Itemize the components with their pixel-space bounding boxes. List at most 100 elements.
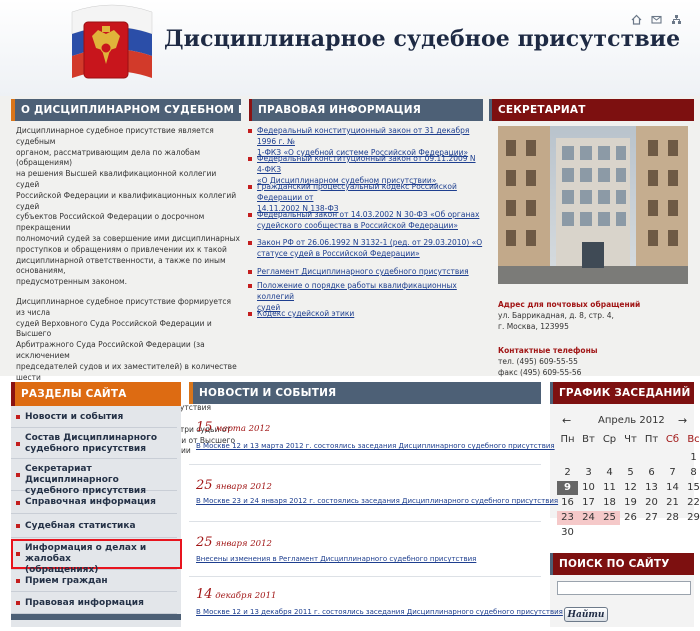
calendar-day[interactable]: 16 [557, 496, 578, 510]
phones-title: Контактные телефоны [498, 346, 598, 355]
calendar-day[interactable]: 9 [557, 481, 578, 495]
sitemap-icon[interactable] [671, 10, 682, 24]
legal-link-line: Кодекс судейской этики [257, 309, 355, 318]
calendar-day[interactable]: 17 [578, 496, 599, 510]
russian-emblem-flag-logo [71, 4, 153, 79]
calendar-day[interactable]: 30 [557, 526, 578, 540]
menu-item-label-line: Справочная информация [25, 497, 156, 507]
mail-icon[interactable] [651, 10, 662, 24]
calendar-next-arrow[interactable]: → [678, 414, 687, 427]
search-button[interactable]: Найти [564, 607, 608, 622]
news-link[interactable]: В Москве 23 и 24 января 2012 г. состояли… [196, 497, 558, 505]
calendar-day[interactable]: 11 [599, 481, 620, 495]
calendar-day[interactable]: 12 [620, 481, 641, 495]
calendar-day[interactable]: 28 [662, 511, 683, 525]
calendar-day[interactable]: 18 [599, 496, 620, 510]
calendar-day[interactable]: 26 [620, 511, 641, 525]
legal-link-item: Кодекс судейской этики [248, 309, 354, 320]
menu-item[interactable]: Справочная информация [11, 491, 177, 514]
calendar-day[interactable]: 4 [599, 466, 620, 480]
legal-link[interactable]: Регламент Дисциплинарного судебного прис… [257, 267, 469, 276]
legal-link[interactable]: Гражданский процессуальный кодекс Россий… [257, 182, 457, 213]
bullet-icon [248, 241, 252, 245]
calendar-heading: ГРАФИК ЗАСЕДАНИЙ [550, 382, 694, 404]
bullet-icon [16, 552, 20, 556]
calendar-weekday: Пт [644, 434, 659, 445]
home-icon[interactable] [631, 10, 642, 25]
menu-item[interactable]: Прием граждан [11, 570, 177, 592]
legal-link-line: Закон РФ от 26.06.1992 N 3132-1 (ред. от… [257, 238, 483, 247]
menu-item[interactable]: Информация о делах и жалобах (обращениях) [11, 538, 177, 575]
news-separator [189, 521, 541, 522]
legal-link-line: Федеральный конституционный закон от 09.… [257, 154, 476, 174]
bullet-icon [248, 157, 252, 161]
search-input[interactable] [557, 581, 691, 595]
calendar-day[interactable]: 6 [641, 466, 662, 480]
bullet-icon [248, 270, 252, 274]
legal-link[interactable]: Федеральный конституционный закон от 31 … [257, 126, 469, 157]
menu-item[interactable]: Новости и события [11, 406, 177, 428]
calendar-day[interactable]: 14 [662, 481, 683, 495]
news-link[interactable]: В Москве 12 и 13 декабря 2011 г. состоял… [196, 608, 563, 616]
bullet-icon [16, 473, 20, 477]
legal-link-line: Федеральный конституционный закон от 31 … [257, 126, 470, 146]
calendar-day[interactable]: 19 [620, 496, 641, 510]
about-paragraph-1-line: на решения Высшей квалификационной колле… [16, 169, 217, 189]
legal-link[interactable]: Закон РФ от 26.06.1992 N 3132-1 (ред. от… [257, 238, 482, 258]
calendar-day[interactable]: 1 [683, 451, 700, 465]
calendar-weekday: Пн [560, 434, 575, 445]
calendar-day[interactable]: 10 [578, 481, 599, 495]
address-lines: ул. Баррикадная, д. 8, стр. 4, г. Москва,… [498, 310, 693, 332]
news-date: 25 января 2012 [196, 474, 272, 493]
calendar-day[interactable]: 8 [683, 466, 700, 480]
calendar-day[interactable]: 2 [557, 466, 578, 480]
calendar-day[interactable]: 25 [599, 511, 620, 525]
calendar-day[interactable]: 13 [641, 481, 662, 495]
menu-item[interactable]: Секретариат Дисциплинарного судебного при… [11, 459, 177, 496]
calendar-weekday: Вт [582, 434, 595, 445]
about-paragraph-1-line: Дисциплинарное судебное присутствие явля… [16, 126, 214, 146]
calendar-day[interactable]: 3 [578, 466, 599, 480]
calendar-day[interactable]: 29 [683, 511, 700, 525]
calendar-weekday: Сб [665, 434, 680, 445]
legal-link-line: судейского сообщества в Российской Федер… [257, 220, 458, 230]
legal-link[interactable]: Положение о порядке работы квалификацион… [257, 281, 457, 312]
calendar-day[interactable]: 15 [683, 481, 700, 495]
calendar-day[interactable]: 7 [662, 466, 683, 480]
bullet-icon [248, 213, 252, 217]
legal-link-item: Закон РФ от 26.06.1992 N 3132-1 (ред. от… [248, 238, 482, 260]
calendar-day[interactable]: 27 [641, 511, 662, 525]
about-paragraph-2: Дисциплинарное судебное присутствие форм… [16, 297, 240, 394]
news-link[interactable]: В Москве 12 и 13 марта 2012 г. состоялис… [196, 442, 555, 450]
about-paragraph-1-line: дисциплинарной ответственности, а также … [16, 255, 226, 276]
legal-link-line: Гражданский процессуальный кодекс Россий… [257, 182, 457, 202]
calendar-day[interactable]: 20 [641, 496, 662, 510]
address-line: г. Москва, 123995 [498, 322, 569, 331]
about-paragraph-1: Дисциплинарное судебное присутствие явля… [16, 126, 240, 288]
bullet-icon [248, 312, 252, 316]
legal-link[interactable]: Федеральный закон от 14.03.2002 N 30-ФЗ … [257, 210, 479, 230]
calendar-day[interactable]: 23 [557, 511, 578, 525]
calendar-weekday: Чт [624, 434, 637, 445]
calendar-prev-arrow[interactable]: ← [562, 414, 571, 427]
about-paragraph-1-line: органом, рассматривающим дела по жалобам… [16, 147, 201, 168]
about-paragraph-1-line: проступков и обращениям о привлечении их… [16, 244, 227, 254]
legal-link[interactable]: Федеральный конституционный закон от 09.… [257, 154, 476, 185]
news-link[interactable]: Внесены изменения в Регламент Дисциплина… [196, 555, 476, 563]
menu-item[interactable]: Состав Дисциплинарного судебного присутст… [11, 428, 177, 459]
calendar-day[interactable]: 24 [578, 511, 599, 525]
about-paragraph-2-line: Дисциплинарное судебное присутствие форм… [16, 296, 232, 317]
news-day: 25 [196, 478, 213, 493]
legal-link-line: Положение о порядке работы квалификацион… [257, 281, 457, 301]
menu-item[interactable]: Судебная статистика [11, 514, 177, 538]
calendar-day[interactable]: 22 [683, 496, 700, 510]
about-paragraph-2-line: судей Верховного Суда Российской Федерац… [16, 318, 212, 339]
menu-item[interactable]: Правовая информация [11, 592, 177, 614]
calendar-month: Апрель 2012 [598, 415, 665, 426]
legal-link[interactable]: Кодекс судейской этики [257, 309, 354, 318]
calendar-day[interactable]: 5 [620, 466, 641, 480]
bullet-icon [16, 524, 20, 528]
news-separator [189, 464, 541, 465]
calendar-day[interactable]: 21 [662, 496, 683, 510]
news-day: 14 [196, 587, 213, 602]
